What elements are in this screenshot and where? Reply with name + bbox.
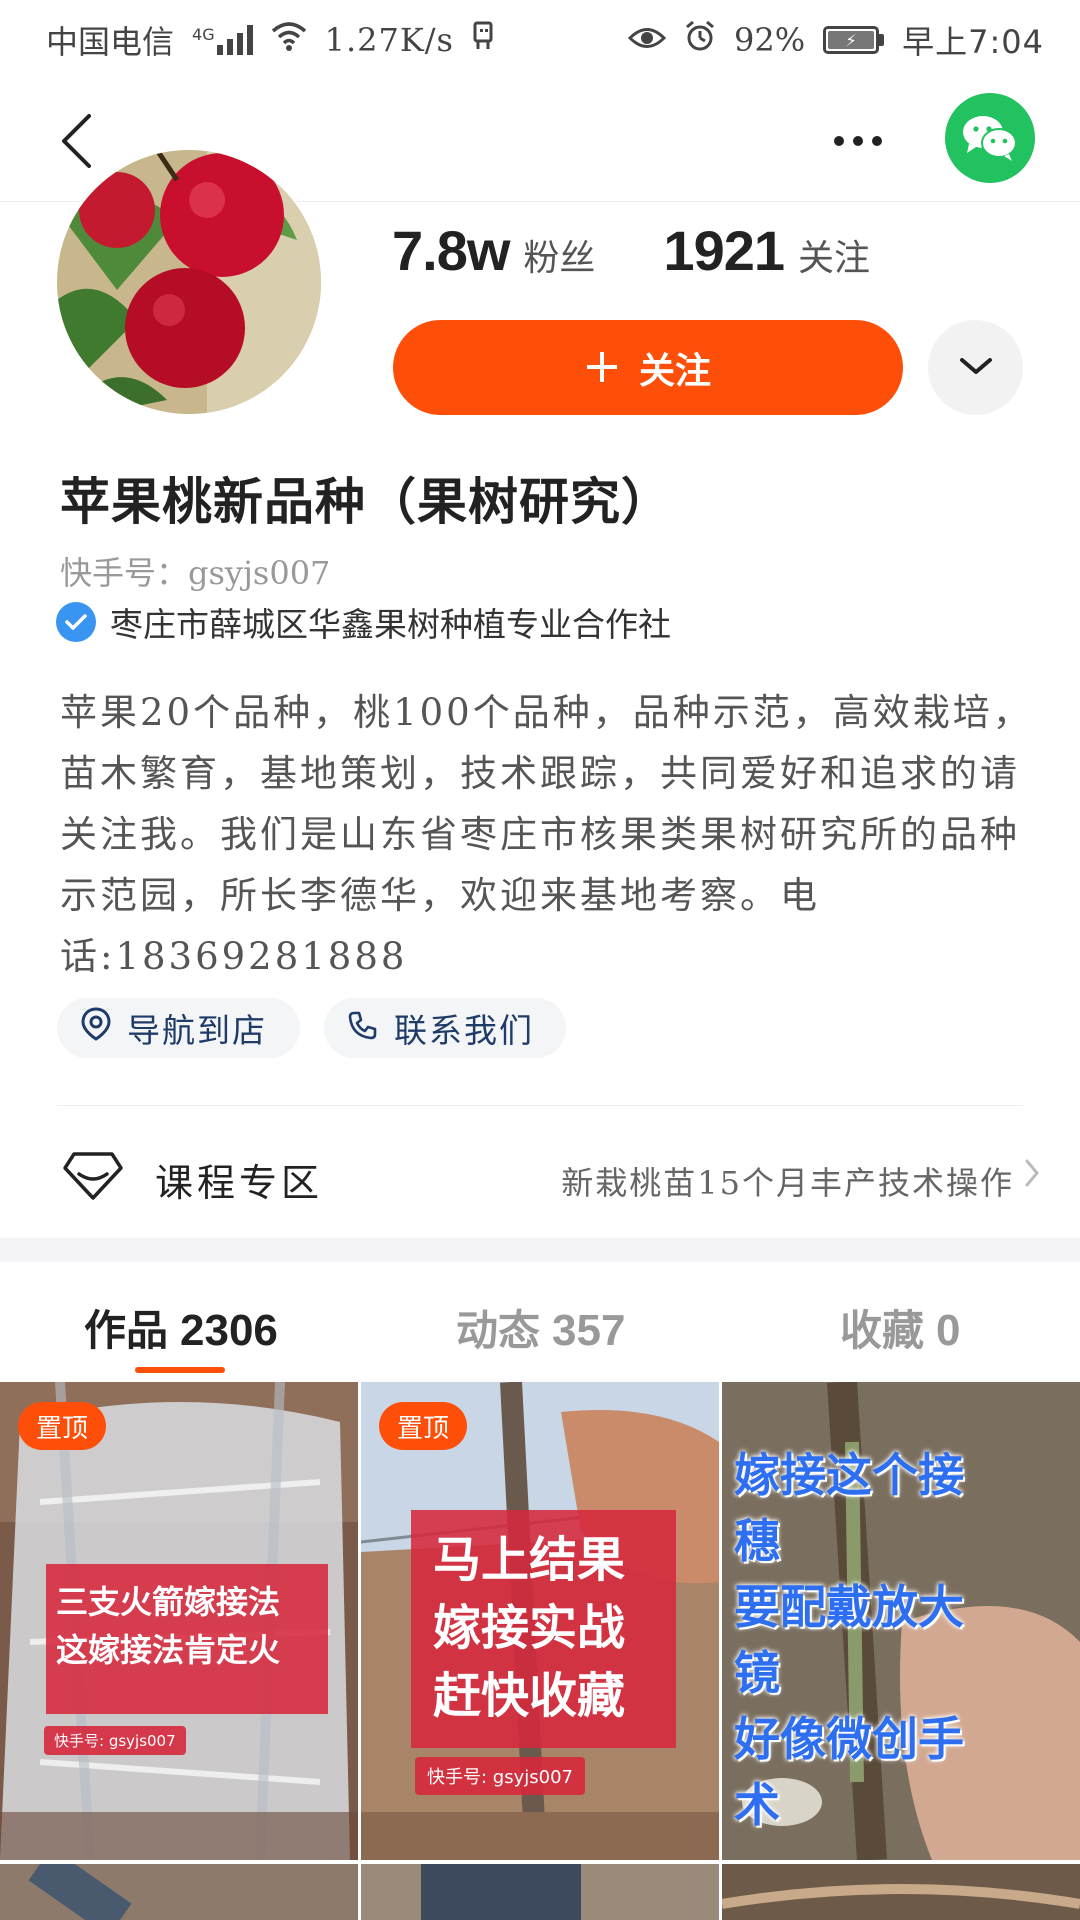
following-count[interactable]: 1921 [663,218,785,283]
tab-works-label: 作品 [84,1306,169,1355]
battery-percent: 92% [734,21,806,59]
following-label: 关注 [798,238,871,279]
robot-icon [472,21,494,59]
fans-count[interactable]: 7.8w [392,218,510,283]
verified-check-icon [56,602,96,642]
video-thumbnail[interactable]: 置顶 马上结果 嫁接实战 赶快收藏 快手号: gsyjs007 [361,1382,719,1860]
tab-moments-label: 动态 [456,1306,541,1355]
caption-line: 好像微创手术 [734,1712,964,1832]
follow-button[interactable]: 关注 [393,320,903,415]
caption-line: 赶快收藏 [433,1668,626,1724]
wifi-icon [271,21,307,59]
diamond-icon [62,1150,124,1206]
expand-recommend-button[interactable] [928,320,1023,415]
video-thumbnail[interactable] [0,1864,358,1920]
tab-moments-count: 357 [552,1306,626,1355]
tab-favorites-count: 0 [936,1306,961,1355]
caption-line: 这嫁接法肯定火 [56,1631,281,1669]
caption-line: 嫁接实战 [433,1600,626,1656]
contact-us-button[interactable]: 联系我们 [324,998,566,1058]
caption-line: 马上结果 [433,1532,626,1588]
chevron-right-icon [1024,1158,1040,1192]
network-speed: 1.27K/s [324,21,454,59]
avatar[interactable] [57,150,321,414]
fans-label: 粉丝 [523,238,596,279]
status-bar: 中国电信 4G 1.27K/s 92% ⚡ 早上7:04 [0,0,1080,80]
eye-icon [627,21,667,59]
location-pin-icon [81,1007,111,1049]
caption-line: 要配戴放大镜 [734,1580,964,1700]
caption-line: 嫁接这个接穗 [734,1448,964,1568]
video-thumbnail[interactable]: 嫁接这个接穗 要配戴放大镜 好像微创手术 [722,1382,1080,1860]
active-tab-indicator [135,1367,225,1373]
divider [57,1105,1023,1106]
navigate-label: 导航到店 [127,1011,267,1050]
navigate-to-store-button[interactable]: 导航到店 [57,998,300,1058]
clock: 早上7:04 [902,23,1044,61]
phone-icon [348,1009,378,1048]
back-icon[interactable] [46,108,106,174]
tab-works[interactable]: 作品 2306 [84,1297,278,1358]
user-id[interactable]: 快手号：gsyjs007 [60,548,330,594]
video-thumbnail[interactable] [722,1864,1080,1920]
alarm-icon [684,20,716,60]
video-thumbnail[interactable] [361,1864,719,1920]
tab-favorites[interactable]: 收藏 0 [840,1297,961,1358]
tab-favorites-label: 收藏 [840,1306,925,1355]
course-zone-title: 课程专区 [155,1161,324,1205]
profile-stats: 7.8w 粉丝 1921 关注 [392,218,870,283]
contact-label: 联系我们 [394,1011,534,1050]
signal-icon: 4G [192,25,253,55]
tab-works-count: 2306 [180,1306,278,1355]
course-zone-desc: 新栽桃苗15个月丰产技术操作 [561,1164,1014,1202]
verified-org: 枣庄市薛城区华鑫果树种植专业合作社 [56,598,671,646]
course-zone-row[interactable]: 课程专区 新栽桃苗15个月丰产技术操作 [0,1130,1080,1226]
watermark: 快手号: gsyjs007 [415,1757,585,1795]
more-options-icon[interactable] [818,110,898,172]
content-tabs: 作品 2306 动态 357 收藏 0 [0,1262,1080,1382]
battery-icon: ⚡ [823,26,885,54]
video-caption: 嫁接这个接穗 要配戴放大镜 好像微创手术 [734,1442,1004,1838]
video-thumbnail[interactable]: 置顶 三支火箭嫁接法 这嫁接法肯定火 快手号: gsyjs007 [0,1382,358,1860]
section-divider [0,1238,1080,1262]
video-caption: 马上结果 嫁接实战 赶快收藏 [411,1510,676,1748]
verified-org-label: 枣庄市薛城区华鑫果树种植专业合作社 [110,605,671,644]
plus-icon [585,344,619,392]
profile-name: 苹果桃新品种（果树研究） [60,473,672,531]
pinned-badge: 置顶 [18,1402,107,1450]
pinned-badge: 置顶 [379,1402,468,1450]
profile-bio: 苹果20个品种，桃100个品种，品种示范，高效栽培，苗木繁育，基地策划，技术跟踪… [60,691,1033,978]
video-caption: 三支火箭嫁接法 这嫁接法肯定火 [46,1564,328,1714]
caption-line: 三支火箭嫁接法 [56,1583,281,1621]
carrier-label: 中国电信 [46,23,175,61]
follow-button-label: 关注 [638,350,711,392]
chevron-down-icon [959,356,993,380]
tab-moments[interactable]: 动态 357 [456,1297,625,1358]
wechat-share-icon[interactable] [945,93,1035,183]
watermark: 快手号: gsyjs007 [44,1726,186,1755]
